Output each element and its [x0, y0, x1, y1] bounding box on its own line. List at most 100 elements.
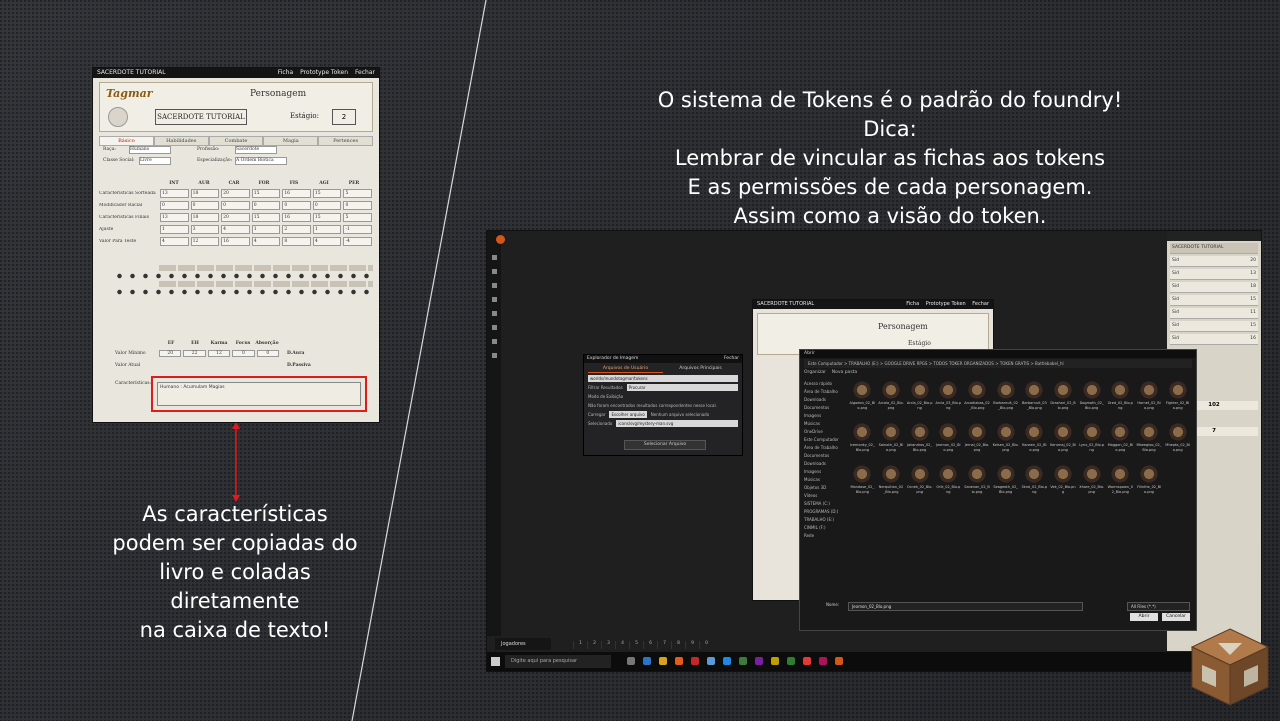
hotbar-slot[interactable]: 7	[657, 641, 671, 649]
organize-button[interactable]: Organizar	[804, 370, 826, 375]
foundry-taskbar-icon[interactable]	[835, 657, 843, 665]
nav-item[interactable]: Imagens	[804, 412, 844, 420]
file-thumbnail[interactable]: Arcadiabas_02_Blo.png	[963, 380, 992, 422]
nav-item[interactable]: Rede	[804, 532, 844, 540]
nav-item[interactable]: Documentos	[804, 452, 844, 460]
hotbar-slot[interactable]: 2	[587, 641, 601, 649]
app-icon[interactable]	[771, 657, 779, 665]
nav-item[interactable]: Músicas	[804, 476, 844, 484]
nav-item[interactable]: Acesso rápido	[804, 380, 844, 388]
app-icon[interactable]	[819, 657, 827, 665]
combatant-row[interactable]: Sid 18	[1170, 282, 1258, 293]
new-folder-button[interactable]: Nova pasta	[832, 370, 857, 375]
file-thumbnail[interactable]: Mhepta_02_Blo.png	[1163, 422, 1192, 464]
attribute-cell[interactable]: 5	[343, 189, 373, 198]
file-thumbnail[interactable]: Gred_02_Blo.png	[1106, 380, 1135, 422]
hotbar-slot[interactable]: 9	[685, 641, 699, 649]
file-thumbnail[interactable]: Jakandros_02_Blo.png	[905, 422, 934, 464]
ef-input[interactable]: 12	[207, 350, 231, 357]
attribute-cell[interactable]: 1	[251, 225, 281, 234]
task-view-icon[interactable]	[627, 657, 635, 665]
sheet-button[interactable]: Ficha	[906, 301, 919, 307]
close-button[interactable]: Fechar	[724, 355, 739, 363]
attribute-cell[interactable]: 8	[282, 237, 311, 246]
close-button[interactable]: Fechar	[972, 301, 989, 307]
file-thumbnail[interactable]: Mbeegloo_02_Blo.png	[1135, 422, 1164, 464]
notes-tool-icon[interactable]	[492, 353, 497, 358]
app-icon[interactable]	[803, 657, 811, 665]
token-tool-icon[interactable]	[492, 255, 497, 260]
prototype-token-button[interactable]: Prototype Token	[926, 301, 966, 307]
players-panel[interactable]: Jogadores	[495, 638, 551, 650]
firefox-icon[interactable]	[675, 657, 683, 665]
attribute-cell[interactable]: 15	[251, 189, 281, 198]
nav-item[interactable]: SISTEMA (C:)	[804, 500, 844, 508]
prototype-token-button[interactable]: Prototype Token	[300, 69, 348, 76]
file-thumbnail[interactable]: Sainoth_02_Blo.png	[877, 422, 906, 464]
combatant-row[interactable]: Sid 15	[1170, 295, 1258, 306]
hotbar-slot[interactable]: 8	[671, 641, 685, 649]
attribute-cell[interactable]: 4	[160, 237, 189, 246]
attribute-cell[interactable]: 5	[343, 213, 373, 222]
attribute-cell[interactable]: 15	[312, 189, 342, 198]
file-thumbnail[interactable]: Barbarnuit_02_Blo.png	[991, 380, 1020, 422]
file-thumbnail[interactable]: Fighter_02_Blo.png	[1163, 380, 1192, 422]
file-thumbnail[interactable]: Xhare_02_Blo.png	[1077, 464, 1106, 506]
attribute-cell[interactable]: 20	[221, 213, 250, 222]
attribute-cell[interactable]: 0	[221, 201, 250, 210]
file-thumbnail[interactable]: Algodon_02_Blo.png	[848, 380, 877, 422]
attribute-cell[interactable]: 0	[251, 201, 281, 210]
file-thumbnail[interactable]: Drashari_02_Blo.png	[1049, 380, 1078, 422]
app-icon[interactable]	[723, 657, 731, 665]
tab-user-files[interactable]: Arquivos de Usuário	[588, 365, 663, 373]
app-icon[interactable]	[707, 657, 715, 665]
file-thumbnail[interactable]: Lynx_02_Blo.png	[1077, 422, 1106, 464]
app-icon[interactable]	[691, 657, 699, 665]
nav-item[interactable]: CINMIL (F:)	[804, 524, 844, 532]
specialization-input[interactable]: A Ordem Biótica	[235, 157, 287, 165]
file-thumbnail[interactable]: Sanevan_02_Blo.png	[963, 464, 992, 506]
file-thumbnail[interactable]: Yllinthe_02_Blo.png	[1135, 464, 1164, 506]
nav-item[interactable]: Documentos	[804, 404, 844, 412]
nav-item[interactable]: Downloads	[804, 396, 844, 404]
nav-item[interactable]: Objetos 3D	[804, 484, 844, 492]
nav-item[interactable]: TRABALHO (E:)	[804, 516, 844, 524]
skill-toggle-row[interactable]	[113, 273, 373, 279]
social-class-input[interactable]: Livre	[139, 157, 171, 165]
attribute-cell[interactable]: 0	[343, 201, 373, 210]
hotbar-slot[interactable]: 0	[699, 641, 713, 649]
attribute-cell[interactable]: 18	[190, 213, 220, 222]
path-input[interactable]: worlds/mundotagmar/tokens	[588, 375, 738, 382]
avatar[interactable]	[108, 107, 128, 127]
attribute-cell[interactable]: 15	[251, 213, 281, 222]
attribute-cell[interactable]: 13	[160, 213, 189, 222]
choose-file-button[interactable]: Escolher arquivo	[609, 411, 647, 418]
file-thumbnail[interactable]: Dogmoth_02_Blo.png	[1077, 380, 1106, 422]
attribute-cell[interactable]: 0	[312, 201, 342, 210]
app-icon[interactable]	[755, 657, 763, 665]
nav-item[interactable]: Vídeos	[804, 492, 844, 500]
light-tool-icon[interactable]	[492, 325, 497, 330]
character-name-input[interactable]: SACERDOTE TUTORIAL	[155, 109, 247, 125]
combatant-row[interactable]: Sid 16	[1170, 334, 1258, 345]
stage-input[interactable]: 2	[332, 109, 356, 125]
file-thumbnail[interactable]: Icemonky_02_Blo.png	[848, 422, 877, 464]
attribute-cell[interactable]: 16	[221, 237, 250, 246]
attribute-cell[interactable]: 1	[312, 225, 342, 234]
windows-start-icon[interactable]	[491, 657, 500, 666]
hotbar-slot[interactable]: 3	[601, 641, 615, 649]
attribute-cell[interactable]: 20	[221, 189, 250, 198]
file-type-select[interactable]: All Files (*.*)	[1127, 602, 1190, 611]
taskbar-search-input[interactable]: Digite aqui para pesquisar	[505, 655, 611, 668]
file-thumbnail[interactable]: Kerumaj_02_Blo.png	[1049, 422, 1078, 464]
file-thumbnail[interactable]: Hornet_02_Blo.png	[1135, 380, 1164, 422]
skill-toggle-row[interactable]	[113, 289, 373, 295]
attribute-cell[interactable]: 15	[312, 213, 342, 222]
attribute-cell[interactable]: 2	[282, 225, 311, 234]
select-file-button[interactable]: Selecionar Arquivo	[624, 440, 706, 450]
ef-input[interactable]: 22	[183, 350, 206, 357]
file-thumbnail[interactable]: Skroi_02_Blo.png	[1020, 464, 1049, 506]
folder-icon[interactable]	[659, 657, 667, 665]
file-thumbnail[interactable]: Jernai_02_Blo.png	[963, 422, 992, 464]
file-thumbnail[interactable]: Wormspawn_02_Blo.png	[1106, 464, 1135, 506]
